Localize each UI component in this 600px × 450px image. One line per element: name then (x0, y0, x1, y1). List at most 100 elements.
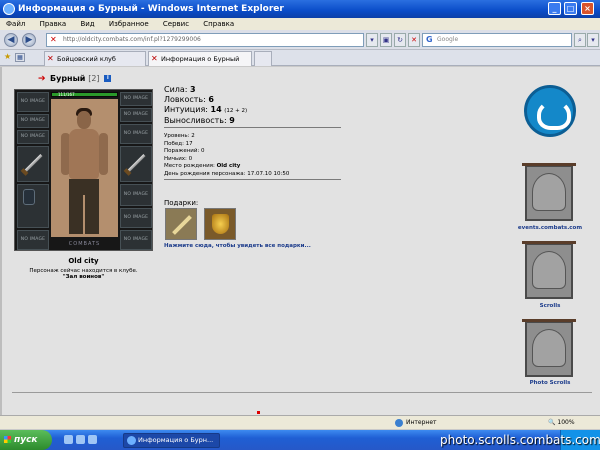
menu-edit[interactable]: Правка (40, 20, 67, 28)
watermark: photo.scrolls.combats.com (440, 433, 600, 447)
sword-icon (126, 153, 146, 174)
search-button[interactable]: ⌕ (574, 33, 586, 47)
menu-tools[interactable]: Сервис (163, 20, 189, 28)
menu-view[interactable]: Вид (80, 20, 94, 28)
character-location: Old city Персонаж сейчас находится в клу… (14, 257, 153, 280)
forward-button[interactable]: ▶ (22, 33, 36, 47)
search-placeholder: Google (437, 36, 459, 43)
minimize-button[interactable]: _ (548, 2, 561, 15)
weapon-slot-left[interactable] (17, 146, 49, 182)
info-icon[interactable]: i (104, 75, 112, 82)
character-nick: Бурный (50, 74, 86, 83)
menu-file[interactable]: Файл (6, 20, 25, 28)
stop-button[interactable]: ✕ (408, 33, 420, 47)
quick-launch-icon[interactable] (76, 435, 85, 444)
window-titlebar: Информация о Бурный - Windows Internet E… (0, 0, 600, 18)
all-gifts-link[interactable]: Нажмите сюда, чтобы увидеть все подарки.… (164, 243, 311, 249)
photo-scrolls-link[interactable]: Photo Scrolls (505, 380, 595, 386)
tab-label: Информация о Бурный (161, 55, 240, 63)
photo-scrolls-banner[interactable] (522, 319, 576, 377)
combats-logo-icon[interactable] (524, 85, 576, 137)
maximize-button[interactable]: □ (564, 2, 577, 15)
tab-bar: ★ ▦ ✕ Бойцовский клуб ✕ Информация о Бурн… (0, 50, 600, 66)
hp-value: 111/167 (58, 92, 75, 97)
search-options-button[interactable]: ▾ (587, 33, 599, 47)
gift-item[interactable] (165, 208, 197, 240)
close-button[interactable]: × (581, 2, 594, 15)
info-wins: Побед: 17 (164, 140, 193, 147)
gifts-label: Подарки: (164, 199, 199, 207)
room-name: "Зал воинов" (62, 274, 105, 280)
address-dropdown-button[interactable]: ▾ (366, 33, 378, 47)
tab-favicon: ✕ (151, 54, 158, 63)
address-field[interactable]: ✕ http://oldcity.combats.com/inf.pl?1279… (46, 33, 364, 47)
character-image (51, 99, 118, 237)
stat-intuition: Интуиция: 14 (12 + 2) (164, 105, 248, 114)
info-birthday: День рождения персонажа: 17.07.10 10:50 (164, 170, 290, 177)
back-button[interactable]: ◀ (4, 33, 18, 47)
address-toolbar: ◀ ▶ ✕ http://oldcity.combats.com/inf.pl?… (0, 30, 600, 50)
security-zone[interactable]: Интернет (395, 416, 437, 429)
quick-launch-icon[interactable] (88, 435, 97, 444)
equip-slot[interactable]: NO IMAGE (17, 130, 49, 144)
menu-bar: Файл Правка Вид Избранное Сервис Справка (0, 18, 600, 30)
stat-strength: Сила: 3 (164, 85, 196, 94)
tab-label: Бойцовский клуб (57, 55, 116, 63)
menu-help[interactable]: Справка (203, 20, 234, 28)
stat-agility: Ловкость: 6 (164, 95, 214, 104)
fist-icon (532, 251, 566, 289)
character-doll: NO IMAGE NO IMAGE NO IMAGE NO IMAGE 111/… (14, 89, 153, 251)
events-banner[interactable] (522, 163, 576, 221)
tab-club[interactable]: ✕ Бойцовский клуб (44, 51, 146, 66)
events-link[interactable]: events.combats.com (505, 225, 595, 231)
stat-endurance: Выносливость: 9 (164, 116, 235, 125)
favorites-star-icon[interactable]: ★ ▦ (4, 52, 25, 62)
red-dot (257, 411, 260, 414)
page-content: ➔ Бурный [2] i NO IMAGE NO IMAGE NO IMAG… (0, 67, 600, 415)
equip-slot[interactable]: NO IMAGE (120, 124, 152, 144)
start-button[interactable]: пуск (0, 430, 52, 450)
city-name: Old city (68, 257, 99, 265)
armor-icon (23, 189, 35, 205)
info-draws: Ничьих: 0 (164, 155, 193, 162)
status-bar: Интернет 🔍 100% (0, 415, 600, 429)
scrolls-link[interactable]: Scrolls (505, 303, 595, 309)
globe-icon (395, 418, 403, 427)
divider (164, 179, 341, 180)
ie-icon (3, 3, 15, 15)
shield-icon (532, 173, 566, 211)
tab-info[interactable]: ✕ Информация о Бурный (148, 51, 252, 66)
compatibility-icon[interactable]: ▣ (380, 33, 392, 47)
equip-slot[interactable]: NO IMAGE (17, 92, 49, 112)
equip-slot[interactable]: NO IMAGE (120, 108, 152, 122)
windows-flag-icon (4, 436, 11, 443)
tab-favicon: ✕ (47, 54, 54, 63)
equip-slot[interactable]: NO IMAGE (17, 230, 49, 250)
info-level: Уровень: 2 (164, 133, 195, 139)
armor-slot[interactable] (17, 184, 49, 228)
footer-divider (12, 392, 592, 393)
equip-slot[interactable]: NO IMAGE (17, 114, 49, 128)
equip-slot[interactable]: NO IMAGE (120, 230, 152, 250)
scrolls-banner[interactable] (522, 241, 576, 299)
quick-launch (64, 435, 104, 445)
gift-item[interactable] (204, 208, 236, 240)
info-birthplace: Место рождения: Old city (164, 163, 241, 169)
window-title: Информация о Бурный - Windows Internet E… (18, 4, 284, 14)
combats-logo: COMBATS (68, 241, 101, 247)
taskbar-ie-window[interactable]: Информация о Бурн... (123, 433, 220, 448)
menu-favorites[interactable]: Избранное (109, 20, 149, 28)
equip-slot[interactable]: NO IMAGE (120, 184, 152, 206)
equip-slot[interactable]: NO IMAGE (120, 208, 152, 228)
weapon-slot-right[interactable] (120, 146, 152, 182)
stats-block: Сила: 3 Ловкость: 6 Интуиция: 14 (12 + 2… (164, 85, 247, 126)
quick-tabs-icon[interactable]: ▦ (15, 53, 25, 62)
equip-slot[interactable]: NO IMAGE (120, 92, 152, 106)
search-input[interactable]: G Google (422, 33, 572, 47)
quick-launch-icon[interactable] (64, 435, 73, 444)
sword-icon (23, 153, 43, 174)
new-tab-button[interactable] (254, 51, 272, 66)
zoom-level[interactable]: 🔍 100% (548, 416, 575, 429)
ie-icon (127, 436, 136, 445)
refresh-button[interactable]: ↻ (394, 33, 406, 47)
